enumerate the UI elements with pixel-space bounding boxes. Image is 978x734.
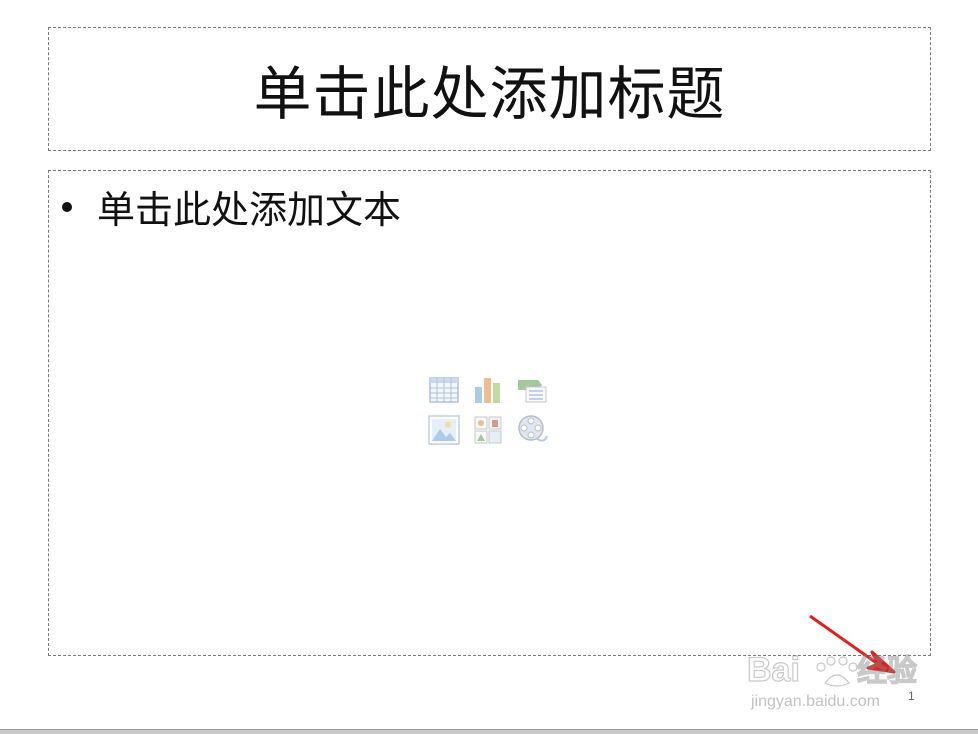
svg-text:经验: 经验 [857, 654, 917, 688]
title-placeholder[interactable]: 单击此处添加标题 [48, 27, 931, 151]
content-insert-icons [427, 373, 553, 453]
watermark-url: jingyan.baidu.com [751, 693, 880, 710]
slide-page-number: 1 [908, 689, 915, 703]
insert-chart-icon[interactable] [471, 373, 505, 407]
insert-media-icon[interactable] [515, 413, 549, 447]
svg-text:Bai: Bai [747, 651, 800, 689]
insert-picture-icon[interactable] [427, 413, 461, 447]
bullet-item: 单击此处添加文本 [57, 179, 401, 234]
baidu-logo-icon: Bai 经验 [746, 650, 917, 689]
slide-canvas: 单击此处添加标题 单击此处添加文本 Bai 经验 jingyan.baidu.c… [0, 0, 978, 734]
insert-smartart-icon[interactable] [515, 373, 549, 407]
insert-clipart-icon[interactable] [471, 413, 505, 447]
insert-table-icon[interactable] [427, 373, 461, 407]
slide-bottom-edge [0, 729, 978, 734]
title-placeholder-text: 单击此处添加标题 [253, 60, 726, 128]
content-placeholder-text: 单击此处添加文本 [97, 188, 402, 232]
bullet-dot-icon [62, 201, 72, 212]
baidu-watermark: Bai 经验 jingyan.baidu.com [745, 645, 930, 720]
content-placeholder[interactable]: 单击此处添加文本 [48, 170, 931, 656]
